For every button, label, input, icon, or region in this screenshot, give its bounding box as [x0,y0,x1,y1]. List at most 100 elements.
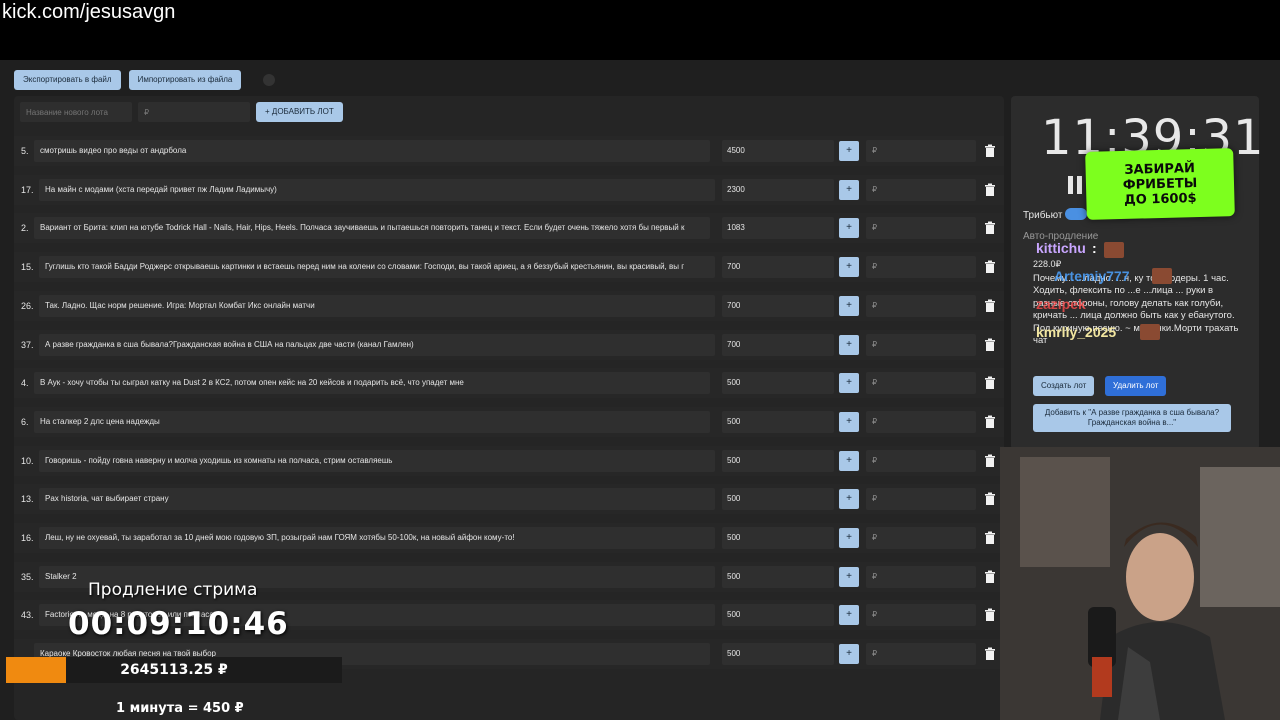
lot-amount-input[interactable]: 1083 [722,217,834,240]
trash-icon[interactable] [983,183,997,197]
tribute-label: Трибьют [1023,210,1063,221]
browser-url: kick.com/jesusavgn [2,1,176,23]
lot-amount-input[interactable]: 4500 [722,140,834,162]
delete-lot-button[interactable]: Удалить лот [1105,376,1167,396]
extension-title: Продление стрима [88,580,258,600]
lot-add-amount-input[interactable]: ₽ [866,333,976,356]
new-lot-amount-input[interactable] [138,102,250,122]
add-to-lot-plus-button[interactable]: + [839,257,859,278]
lot-number: 37. [21,339,34,350]
add-to-lot-button[interactable]: Добавить к "А разве гражданка в сша быва… [1033,404,1231,432]
pause-icon[interactable] [1067,176,1083,194]
lot-add-amount-input[interactable]: ₽ [866,604,976,627]
lot-title-input[interactable]: В Аук - хочу чтобы ты сыграл катку на Du… [34,372,710,395]
chat-user-2: Artemiy777 [1054,268,1130,284]
emote-icon [1152,268,1172,284]
trash-icon[interactable] [983,376,997,390]
trash-icon[interactable] [983,647,997,661]
add-to-lot-plus-button[interactable]: + [839,295,859,316]
trash-icon[interactable] [983,338,997,352]
new-lot-name-input[interactable] [20,102,132,122]
emote-icon [1104,242,1124,258]
chat-user-1: kittichu [1036,240,1086,256]
lot-add-amount-input[interactable]: ₽ [866,372,976,395]
lot-amount-input[interactable]: 700 [722,256,834,279]
add-to-lot-plus-button[interactable]: + [839,373,859,394]
lot-amount-input[interactable]: 500 [722,410,834,433]
lot-add-amount-input[interactable]: ₽ [866,140,976,162]
lot-number: 17. [21,184,34,195]
lot-number: 6. [21,416,29,427]
lot-title-input[interactable]: Говоришь - пойду говна наверну и молча у… [39,449,715,472]
add-to-lot-plus-button[interactable]: + [839,334,859,355]
add-to-lot-plus-button[interactable]: + [839,218,859,239]
toolbar: Экспортировать в файл Импортировать из ф… [14,70,276,90]
theme-toggle[interactable] [263,74,276,86]
trash-icon[interactable] [983,299,997,313]
trash-icon[interactable] [983,492,997,506]
add-to-lot-plus-button[interactable]: + [839,566,859,587]
add-to-lot-plus-button[interactable]: + [839,605,859,626]
lot-title-input[interactable]: Гуглишь кто такой Бадди Роджерс открывае… [39,256,715,279]
lot-title-input[interactable]: А разве гражданка в сша бывала?Гражданск… [39,333,715,356]
add-to-lot-plus-button[interactable]: + [839,141,859,161]
lot-add-amount-input[interactable]: ₽ [866,449,976,472]
lot-title-input[interactable]: На майн с модами (хста передай привет пж… [39,178,715,201]
lot-title-input[interactable]: Вариант от Брита: клип на ютубе Todrick … [34,217,710,240]
lot-row: 15. Гуглишь кто такой Бадди Роджерс откры… [14,252,1004,283]
lot-add-amount-input[interactable]: ₽ [866,294,976,317]
import-button[interactable]: Импортировать из файла [128,70,242,90]
trash-icon[interactable] [983,454,997,468]
lot-add-amount-input[interactable]: ₽ [866,643,976,666]
trash-icon[interactable] [983,260,997,274]
create-lot-button[interactable]: Создать лот [1033,376,1095,396]
trash-icon[interactable] [983,531,997,545]
emote-icon [1140,324,1160,340]
lot-amount-input[interactable]: 500 [722,565,834,588]
lot-title-input[interactable]: На сталкер 2 длс цена надежды [34,410,710,433]
lot-amount-input[interactable]: 500 [722,449,834,472]
lot-number: 15. [21,262,34,273]
lot-amount-input[interactable]: 700 [722,333,834,356]
tribute-toggle[interactable] [1065,208,1087,220]
lot-number: 5. [21,146,29,156]
lot-amount-input[interactable]: 2300 [722,178,834,201]
lot-add-amount-input[interactable]: ₽ [866,178,976,201]
add-to-lot-plus-button[interactable]: + [839,644,859,665]
lot-row: 26. Так. Ладно. Щас норм решение. Игра: М… [14,290,1004,321]
lot-add-amount-input[interactable]: ₽ [866,217,976,240]
trash-icon[interactable] [983,415,997,429]
lot-title-input[interactable]: Так. Ладно. Щас норм решение. Игра: Морт… [39,294,715,317]
lot-amount-input[interactable]: 500 [722,488,834,511]
add-to-lot-plus-button[interactable]: + [839,450,859,471]
lot-add-amount-input[interactable]: ₽ [866,256,976,279]
trash-icon[interactable] [983,221,997,235]
lot-title-input[interactable]: Pax historia, чат выбирает страну [39,488,715,511]
lot-amount-input[interactable]: 500 [722,643,834,666]
donation-progress-bar: 2645113.25 ₽ [6,657,342,683]
lot-add-amount-input[interactable]: ₽ [866,488,976,511]
lot-title-input[interactable]: смотришь видео про веды от андрбола [34,140,710,162]
trash-icon[interactable] [983,608,997,622]
add-to-lot-plus-button[interactable]: + [839,411,859,432]
add-to-lot-plus-button[interactable]: + [839,489,859,510]
trash-icon[interactable] [983,144,997,158]
promo-line-3: ДО 1600$ [1124,191,1197,208]
lot-number: 4. [21,378,29,389]
lot-title-input[interactable]: Леш, ну не охуевай, ты заработал за 10 д… [39,527,715,549]
lot-amount-input[interactable]: 500 [722,604,834,627]
add-lot-button[interactable]: + ДОБАВИТЬ ЛОТ [256,102,343,122]
add-to-lot-plus-button[interactable]: + [839,179,859,200]
lot-amount-input[interactable]: 500 [722,372,834,395]
lot-row: 13. Pax historia, чат выбирает страну 500 +… [14,484,1004,515]
lot-amount-input[interactable]: 700 [722,294,834,317]
add-to-lot-plus-button[interactable]: + [839,528,859,548]
trash-icon[interactable] [983,570,997,584]
export-button[interactable]: Экспортировать в файл [14,70,121,90]
lot-add-amount-input[interactable]: ₽ [866,527,976,549]
lot-number: 43. [21,610,34,621]
new-lot-form: + ДОБАВИТЬ ЛОТ [20,102,343,122]
lot-amount-input[interactable]: 500 [722,527,834,549]
lot-add-amount-input[interactable]: ₽ [866,410,976,433]
lot-add-amount-input[interactable]: ₽ [866,565,976,588]
